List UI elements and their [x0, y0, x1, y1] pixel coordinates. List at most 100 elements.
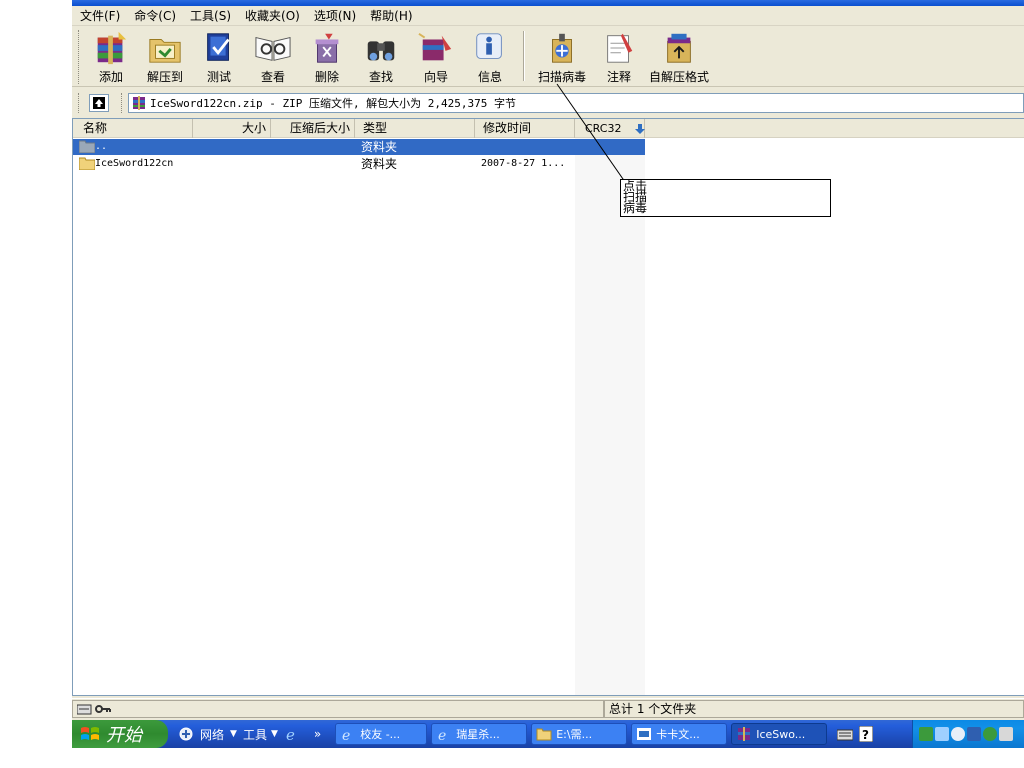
up-arrow-icon — [93, 97, 105, 109]
toolbar-grip[interactable] — [78, 30, 81, 84]
file-modified: 2007-8-27 1... — [481, 158, 566, 169]
svg-text:e: e — [342, 728, 350, 742]
wizard-button[interactable]: 向导 — [409, 27, 463, 85]
menu-help[interactable]: 帮助(H) — [366, 7, 416, 24]
winrar-icon — [738, 727, 751, 741]
menu-tools[interactable]: 工具(S) — [186, 7, 235, 24]
up-one-level-button[interactable] — [89, 94, 109, 112]
path-grip[interactable] — [121, 93, 124, 113]
network-toolbar[interactable]: 网络 ▼ — [178, 726, 237, 743]
folder-icon — [79, 157, 95, 170]
task-button-rising[interactable]: e 瑞星杀... — [431, 723, 528, 745]
wizard-label: 向导 — [423, 70, 448, 84]
task-label: E:\需... — [556, 728, 593, 741]
quicklaunch-more-button[interactable]: » — [314, 727, 321, 741]
file-list[interactable]: 名称 大小 压缩后大小 类型 修改时间 CRC32 .. 资料夹 IceSwor… — [72, 118, 1024, 696]
binoculars-icon — [367, 41, 395, 61]
internet-explorer-icon: e — [286, 726, 295, 742]
sfx-button[interactable]: 自解压格式 — [645, 27, 713, 85]
menu-commands[interactable]: 命令(C) — [130, 7, 180, 24]
comment-button[interactable]: 注释 — [593, 27, 645, 85]
windows-logo-icon — [81, 727, 99, 740]
callout-line-1: 点击 — [623, 179, 648, 193]
column-modified[interactable]: 修改时间 — [475, 119, 575, 138]
status-left-pane — [72, 699, 604, 718]
test-button[interactable]: 测试 — [193, 27, 245, 85]
find-button[interactable]: 查找 — [353, 27, 409, 85]
add-button[interactable]: 添加 — [85, 27, 137, 85]
menu-options[interactable]: 选项(N) — [310, 7, 360, 24]
column-crc32[interactable]: CRC32 — [575, 119, 645, 138]
tray-update-icon[interactable] — [983, 727, 997, 741]
info-button[interactable]: 信息 — [463, 27, 517, 85]
zip-archive-icon — [133, 96, 145, 110]
task-label: 卡卡文... — [656, 728, 700, 741]
file-name: IceSword122cn — [95, 158, 174, 169]
extract-to-label: 解压到 — [146, 70, 183, 84]
file-row-parent[interactable]: .. 资料夹 — [73, 139, 645, 155]
extract-to-button[interactable]: 解压到 — [137, 27, 193, 85]
callout-line-3: 病毒 — [623, 201, 648, 215]
extract-folder-icon — [149, 39, 181, 63]
menu-bar: 文件(F) 命令(C) 工具(S) 收藏夹(O) 选项(N) 帮助(H) — [72, 6, 1024, 26]
menu-file[interactable]: 文件(F) — [76, 7, 124, 24]
column-name[interactable]: 名称 — [73, 119, 193, 138]
network-dropdown-icon: ▼ — [230, 729, 237, 739]
toolbar: 添加 解压到 测试 查看 删除 查找 向导 信息 扫描病毒 注释 自解压格式 — [72, 27, 1024, 87]
toolbar-separator — [523, 31, 525, 81]
scan-virus-label: 扫描病毒 — [537, 70, 586, 84]
tray-security-icon[interactable] — [919, 727, 933, 741]
column-type[interactable]: 类型 — [355, 119, 475, 138]
archive-path-field[interactable]: IceSword122cn.zip - ZIP 压缩文件, 解包大小为 2,42… — [128, 93, 1024, 113]
tray-volume-icon[interactable] — [935, 727, 949, 741]
help-icon: ? — [859, 726, 874, 742]
start-button[interactable]: 开始 — [72, 720, 168, 748]
tools-label: 工具 — [242, 727, 267, 742]
sfx-label: 自解压格式 — [648, 70, 709, 84]
file-name: .. — [95, 141, 108, 152]
network-icon — [179, 727, 193, 741]
network-label: 网络 — [200, 727, 225, 742]
view-label: 查看 — [260, 70, 285, 84]
addressbar-grip[interactable] — [78, 93, 81, 113]
ie-page-icon: e — [438, 728, 446, 742]
tray-network-icon[interactable] — [951, 727, 965, 741]
ie-quicklaunch[interactable]: e — [284, 726, 300, 742]
file-type: 资料夹 — [361, 157, 398, 171]
task-button-explorer[interactable]: E:\需... — [531, 723, 628, 745]
svg-text:e: e — [286, 726, 295, 742]
task-button-kaka[interactable]: 卡卡文... — [631, 723, 728, 745]
file-modified — [481, 139, 571, 155]
test-icon — [207, 33, 230, 61]
ie-page-icon: e — [342, 728, 350, 742]
menu-favorites[interactable]: 收藏夹(O) — [241, 7, 304, 24]
crc-column-shade — [575, 138, 645, 695]
tray-display-icon[interactable] — [967, 727, 981, 741]
task-button-icesword[interactable]: IceSwo... — [731, 723, 828, 745]
status-bar: 总计 1 个文件夹 — [72, 698, 1024, 718]
wizard-icon — [418, 33, 452, 61]
file-row-icesword[interactable]: IceSword122cn 资料夹 2007-8-27 1... — [73, 156, 645, 172]
scan-virus-button[interactable]: 扫描病毒 — [531, 27, 593, 85]
parent-folder-icon — [79, 140, 95, 153]
task-button-alumni[interactable]: e 校友 -... — [335, 723, 428, 745]
address-bar: IceSword122cn.zip - ZIP 压缩文件, 解包大小为 2,42… — [72, 90, 1024, 116]
folder-icon — [536, 728, 552, 741]
tools-toolbar[interactable]: 工具 ▼ — [243, 726, 278, 743]
file-list-header: 名称 大小 压缩后大小 类型 修改时间 CRC32 — [73, 119, 1024, 138]
taskbar: 开始 网络 ▼ 工具 ▼ e » e 校友 -... e 瑞星杀... E:\需… — [72, 720, 1024, 748]
task-label: IceSwo... — [756, 727, 806, 741]
column-size[interactable]: 大小 — [193, 119, 271, 138]
svg-text:e: e — [438, 728, 446, 742]
task-label: 校友 -... — [360, 728, 401, 741]
sort-down-arrow-icon — [634, 124, 645, 134]
language-bar[interactable]: ? — [833, 723, 887, 745]
quick-launch: 网络 ▼ 工具 ▼ e » — [178, 726, 327, 743]
delete-button[interactable]: 删除 — [301, 27, 353, 85]
find-label: 查找 — [368, 70, 393, 84]
tray-monitor-icon[interactable] — [999, 727, 1013, 741]
column-packed-size[interactable]: 压缩后大小 — [271, 119, 355, 138]
sfx-archive-icon — [667, 33, 691, 63]
view-button[interactable]: 查看 — [245, 27, 301, 85]
scan-virus-callout: 点击 扫描 病毒 — [620, 179, 831, 217]
